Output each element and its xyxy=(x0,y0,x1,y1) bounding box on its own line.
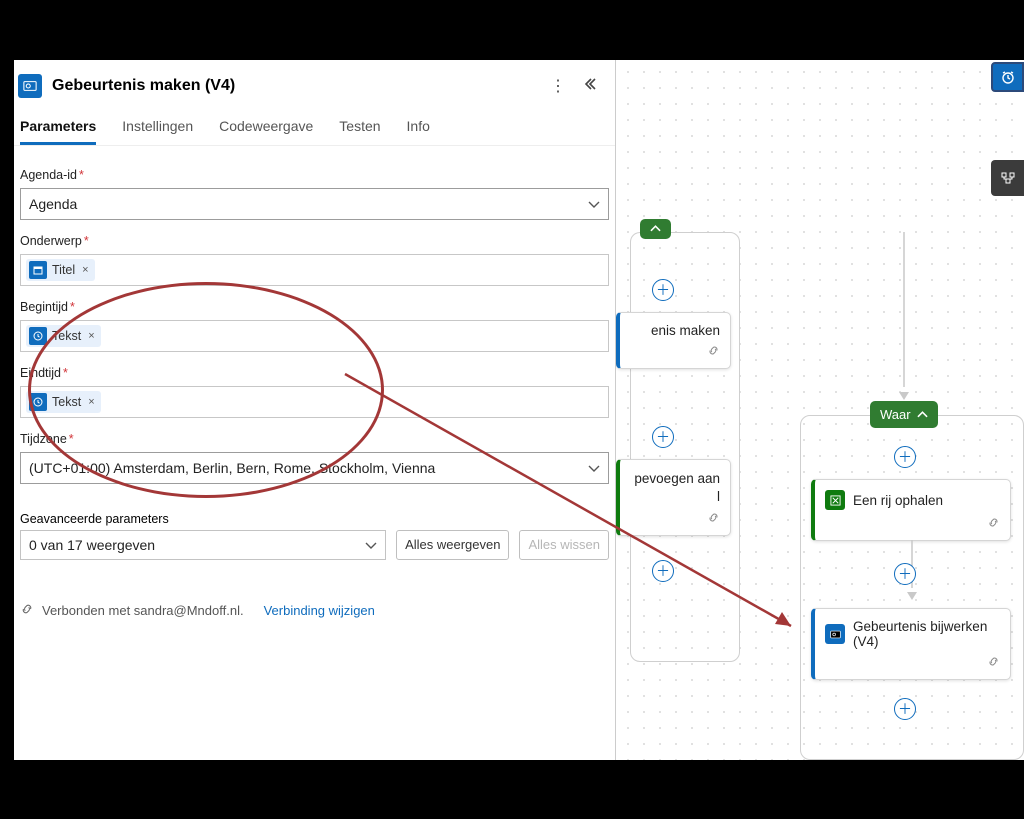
link-icon xyxy=(707,511,720,527)
label-begintijd: Begintijd* xyxy=(20,300,609,314)
calendar-icon xyxy=(29,261,47,279)
link-icon xyxy=(987,516,1000,532)
close-icon[interactable]: × xyxy=(88,330,94,342)
flow-canvas[interactable]: ＋ enis maken ＋ pevoegen aan l ＋ Waar xyxy=(616,60,1024,760)
input-begintijd[interactable]: Tekst × xyxy=(20,320,609,352)
condition-collapse-left[interactable] xyxy=(640,219,671,239)
properties-panel: Gebeurtenis maken (V4) ⋮ Parameters Inst… xyxy=(14,60,616,760)
link-icon xyxy=(20,602,34,619)
collapse-icon[interactable] xyxy=(581,77,597,96)
add-step-button[interactable]: ＋ xyxy=(652,560,674,582)
card-gebeurtenis-maken[interactable]: enis maken xyxy=(616,312,731,369)
tab-parameters[interactable]: Parameters xyxy=(20,118,96,145)
clock-icon xyxy=(29,393,47,411)
clock-button[interactable] xyxy=(991,62,1024,92)
add-step-button[interactable]: ＋ xyxy=(894,563,916,585)
token-begin-tekst[interactable]: Tekst × xyxy=(26,325,101,347)
dropdown-advanced[interactable]: 0 van 17 weergeven xyxy=(20,530,386,560)
change-connection-link[interactable]: Verbinding wijzigen xyxy=(264,603,375,618)
input-onderwerp[interactable]: Titel × xyxy=(20,254,609,286)
tab-instellingen[interactable]: Instellingen xyxy=(122,118,193,145)
input-tijdzone[interactable]: (UTC+01:00) Amsterdam, Berlin, Bern, Rom… xyxy=(20,452,609,484)
input-eindtijd[interactable]: Tekst × xyxy=(20,386,609,418)
chevron-down-icon xyxy=(365,537,377,553)
outlook-icon xyxy=(18,74,42,98)
clear-all-button[interactable]: Alles wissen xyxy=(519,530,609,560)
minimap-button[interactable] xyxy=(991,160,1024,196)
chevron-down-icon xyxy=(588,460,600,476)
chevron-down-icon xyxy=(588,196,600,212)
connector xyxy=(884,232,924,404)
token-titel[interactable]: Titel × xyxy=(26,259,95,281)
link-icon xyxy=(707,344,720,360)
tab-info[interactable]: Info xyxy=(407,118,430,145)
connection-info: Verbonden met sandra@Mndoff.nl. Verbindi… xyxy=(14,560,615,625)
add-step-button[interactable]: ＋ xyxy=(652,426,674,448)
more-icon[interactable]: ⋮ xyxy=(550,76,565,96)
input-agenda-id[interactable]: Agenda xyxy=(20,188,609,220)
label-onderwerp: Onderwerp* xyxy=(20,234,609,248)
token-eind-tekst[interactable]: Tekst × xyxy=(26,391,101,413)
label-tijdzone: Tijdzone* xyxy=(20,432,609,446)
excel-icon xyxy=(825,490,845,510)
close-icon[interactable]: × xyxy=(82,264,88,276)
add-step-button[interactable]: ＋ xyxy=(652,279,674,301)
card-gebeurtenis-bijwerken[interactable]: Gebeurtenis bijwerken (V4) xyxy=(811,608,1011,680)
label-agenda-id: Agenda-id* xyxy=(20,168,609,182)
add-step-button[interactable]: ＋ xyxy=(894,446,916,468)
show-all-button[interactable]: Alles weergeven xyxy=(396,530,509,560)
add-step-button[interactable]: ＋ xyxy=(894,698,916,720)
close-icon[interactable]: × xyxy=(88,396,94,408)
clock-icon xyxy=(29,327,47,345)
tab-codeweergave[interactable]: Codeweergave xyxy=(219,118,313,145)
condition-header-waar[interactable]: Waar xyxy=(870,401,938,428)
panel-title: Gebeurtenis maken (V4) xyxy=(52,77,235,95)
card-een-rij-ophalen[interactable]: Een rij ophalen xyxy=(811,479,1011,541)
tabs: Parameters Instellingen Codeweergave Tes… xyxy=(14,108,615,146)
card-rij-toevoegen[interactable]: pevoegen aan l xyxy=(616,459,731,536)
outlook-icon xyxy=(825,624,845,644)
label-advanced: Geavanceerde parameters xyxy=(20,512,386,526)
tab-testen[interactable]: Testen xyxy=(339,118,380,145)
link-icon xyxy=(987,655,1000,671)
label-eindtijd: Eindtijd* xyxy=(20,366,609,380)
branch-container-left xyxy=(630,232,740,662)
